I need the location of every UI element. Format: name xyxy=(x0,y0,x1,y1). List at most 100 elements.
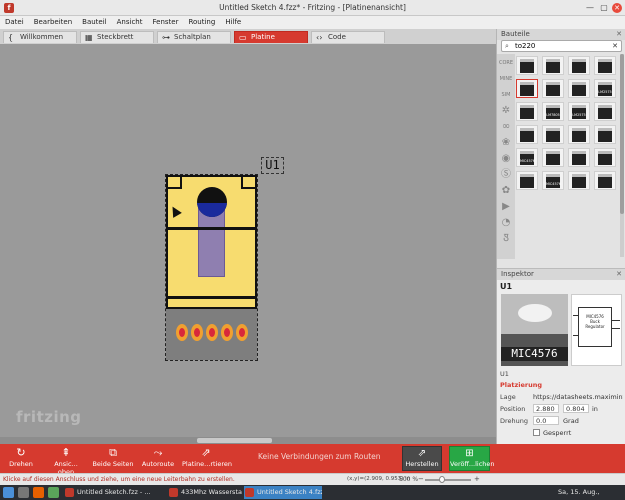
bin-adafruit-icon[interactable]: ✿ xyxy=(498,184,514,198)
menu-routing[interactable]: Routing xyxy=(183,16,220,29)
tab-welcome[interactable]: { Willkommen xyxy=(3,31,77,43)
bin-arduino-icon[interactable]: ∞ xyxy=(498,120,514,134)
part-item[interactable] xyxy=(516,125,538,144)
mounting-hole[interactable] xyxy=(197,187,227,217)
pin-pad[interactable] xyxy=(221,324,233,341)
bin-snootlab-icon[interactable]: Ⓢ xyxy=(498,168,514,182)
part-item[interactable] xyxy=(542,56,564,75)
menu-fenster[interactable]: Fenster xyxy=(148,16,184,29)
taskbar-item-active[interactable]: Untitled Sketch 4.fzz*... xyxy=(244,486,322,499)
welcome-icon: { xyxy=(8,33,14,42)
part-item[interactable] xyxy=(542,125,564,144)
part-item[interactable] xyxy=(594,171,616,190)
app-menu-icon[interactable] xyxy=(3,487,14,498)
export-pcb-button[interactable]: ⇗ Platine...rtieren xyxy=(182,446,232,472)
part-image: MIC4576 xyxy=(501,294,568,366)
publish-button[interactable]: ⊞ Veröff...lichen xyxy=(449,446,495,471)
menu-bauteil[interactable]: Bauteil xyxy=(77,16,111,29)
minimize-button[interactable]: — xyxy=(585,3,595,13)
maximize-button[interactable]: ▢ xyxy=(599,3,609,13)
bin-more-icon[interactable]: Ꟑ xyxy=(498,232,514,246)
bin-sim[interactable]: SIM xyxy=(498,88,514,102)
part-item[interactable] xyxy=(542,148,564,167)
tab-label: Code xyxy=(328,33,346,41)
pin-pad[interactable] xyxy=(236,324,248,341)
scrollbar-thumb[interactable] xyxy=(197,438,272,443)
placement-section[interactable]: Platzierung xyxy=(500,381,542,389)
zoom-slider-knob[interactable] xyxy=(439,476,445,483)
part-item-selected[interactable] xyxy=(516,79,538,98)
view-from-above-button[interactable]: ⇞ Ansic... oben xyxy=(46,446,86,476)
bin-temp-icon[interactable]: ◔ xyxy=(498,216,514,230)
part-item[interactable] xyxy=(568,56,590,75)
part-item[interactable]: LM7805 xyxy=(542,102,564,121)
part-item[interactable] xyxy=(594,125,616,144)
autoroute-label: Autoroute xyxy=(141,460,175,468)
clock: Sa, 15. Aug., 22:39:48 xyxy=(558,488,600,496)
autoroute-button[interactable]: ⤳ Autoroute xyxy=(141,446,175,472)
locked-checkbox[interactable] xyxy=(533,429,540,436)
rotation-field[interactable]: 0.0 xyxy=(533,416,559,425)
pin-pad[interactable] xyxy=(176,324,188,341)
zoom-in-button[interactable]: + xyxy=(474,475,480,483)
tab-breadboard[interactable]: ▦ Steckbrett xyxy=(80,31,154,43)
part-item[interactable]: MIC4576 xyxy=(516,148,538,167)
menu-ansicht[interactable]: Ansicht xyxy=(112,16,148,29)
bin-seeed-icon[interactable]: ❀ xyxy=(498,136,514,150)
bin-search-icon[interactable]: ✲ xyxy=(498,104,514,118)
search-input[interactable] xyxy=(515,41,610,51)
publish-icon: ⊞ xyxy=(465,448,474,459)
parts-search-field[interactable]: ⌕ ✕ xyxy=(501,40,622,52)
part-item[interactable] xyxy=(568,125,590,144)
position-y-field[interactable]: 0.804 xyxy=(563,404,589,413)
tab-pcb[interactable]: ▭ Platine xyxy=(234,31,308,43)
zoom-out-button[interactable]: − xyxy=(418,475,424,483)
menu-bar: Datei Bearbeiten Bauteil Ansicht Fenster Rout… xyxy=(0,16,625,29)
part-item[interactable] xyxy=(516,102,538,121)
part-item[interactable] xyxy=(594,102,616,121)
part-item[interactable] xyxy=(542,79,564,98)
bin-core[interactable]: CORE xyxy=(498,56,514,70)
pin-pad[interactable] xyxy=(206,324,218,341)
menu-datei[interactable]: Datei xyxy=(0,16,29,29)
part-item[interactable]: LM2575 xyxy=(594,79,616,98)
clear-search-icon[interactable]: ✕ xyxy=(612,41,618,51)
parts-scrollbar[interactable] xyxy=(620,54,624,257)
part-item[interactable] xyxy=(594,56,616,75)
bin-contrib-icon[interactable]: ▶ xyxy=(498,200,514,214)
position-x-field[interactable]: 2.880 xyxy=(533,404,559,413)
tab-code[interactable]: ‹› Code xyxy=(311,31,385,43)
pin-pad[interactable] xyxy=(191,324,203,341)
part-item[interactable]: LM2575 xyxy=(568,102,590,121)
bin-mine[interactable]: MINE xyxy=(498,72,514,86)
part-label[interactable]: U1 xyxy=(261,157,284,174)
canvas-horizontal-scrollbar[interactable] xyxy=(0,437,496,444)
menu-bearbeiten[interactable]: Bearbeiten xyxy=(29,16,77,29)
bin-sparkfun-icon[interactable]: ◉ xyxy=(498,152,514,166)
part-item[interactable] xyxy=(568,79,590,98)
rotate-button[interactable]: ↻ Drehen xyxy=(6,446,36,472)
files-icon[interactable] xyxy=(48,487,59,498)
close-icon[interactable]: ✕ xyxy=(616,269,622,280)
terminal-icon[interactable] xyxy=(18,487,29,498)
tab-schematic[interactable]: ⊶ Schaltplan xyxy=(157,31,231,43)
both-sides-button[interactable]: ⧉ Beide Seiten xyxy=(92,446,134,472)
menu-hilfe[interactable]: Hilfe xyxy=(220,16,246,29)
zoom-slider[interactable] xyxy=(425,476,471,483)
voltage-regulator-part[interactable] xyxy=(165,174,258,361)
part-item[interactable] xyxy=(516,56,538,75)
part-item[interactable] xyxy=(568,171,590,190)
right-dock: Bauteile ✕ ⌕ ✕ CORE MINE SIM ✲ ∞ ❀ ◉ Ⓢ ✿… xyxy=(496,29,625,444)
part-item[interactable] xyxy=(594,148,616,167)
close-button[interactable]: ✕ xyxy=(612,3,622,13)
part-item[interactable] xyxy=(568,148,590,167)
close-icon[interactable]: ✕ xyxy=(616,29,622,40)
taskbar-item[interactable]: Untitled Sketch.fzz - ... xyxy=(64,486,164,499)
part-item[interactable] xyxy=(516,171,538,190)
view-tab-bar: { Willkommen ▦ Steckbrett ⊶ Schaltplan ▭… xyxy=(0,29,496,44)
inspector-subtitle: U1 xyxy=(500,370,509,378)
fabricate-button[interactable]: ⇗ Herstellen xyxy=(402,446,442,471)
firefox-icon[interactable] xyxy=(33,487,44,498)
part-item[interactable]: MIC4576 xyxy=(542,171,564,190)
taskbar-item[interactable]: 433Mhz Wasserstan... xyxy=(168,486,242,499)
